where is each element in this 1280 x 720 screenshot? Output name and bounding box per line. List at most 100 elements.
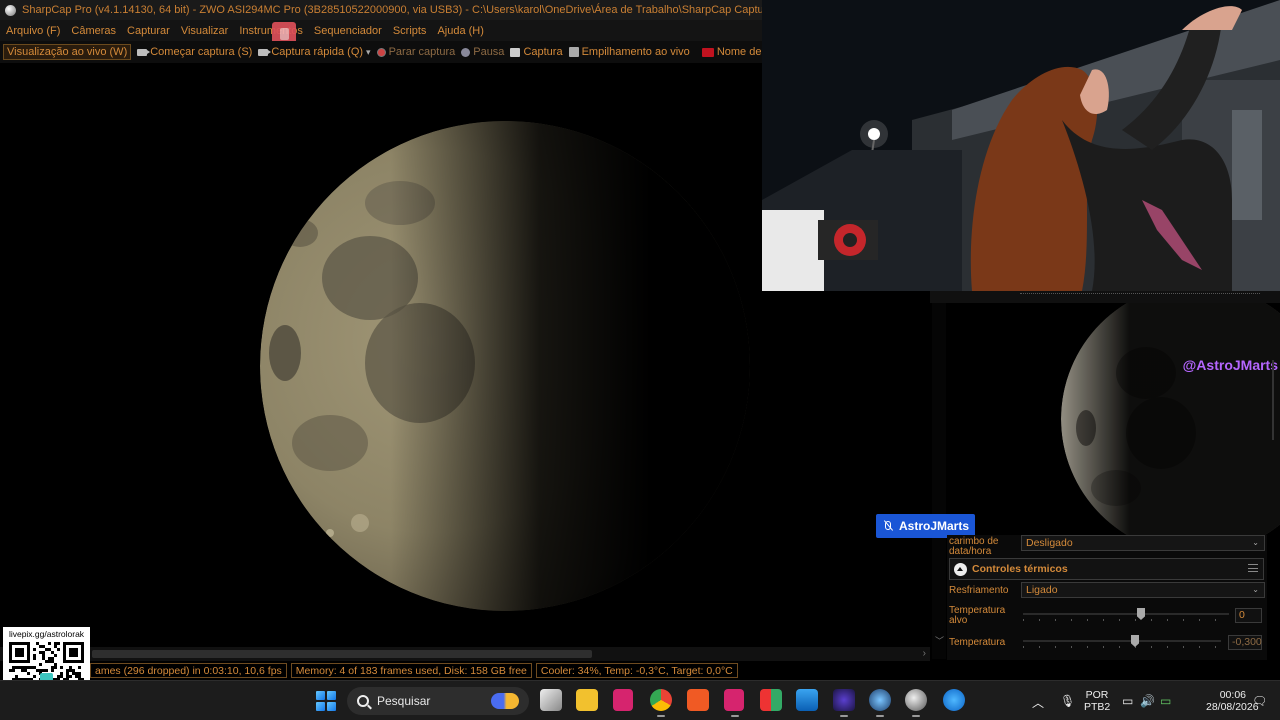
live-view-label: Visualização ao vivo (W) bbox=[7, 46, 128, 58]
pause-icon bbox=[461, 47, 471, 57]
menu-sequenciador[interactable]: Sequenciador bbox=[314, 25, 382, 37]
volume-icon[interactable]: 🔊 bbox=[1140, 694, 1155, 708]
temperature-slider bbox=[1023, 635, 1221, 649]
horizontal-scrollbar[interactable]: › bbox=[0, 647, 930, 661]
thermal-controls-section[interactable]: Controles térmicos bbox=[949, 558, 1264, 580]
app-pink-icon[interactable] bbox=[613, 689, 633, 711]
search-highlight-icon bbox=[491, 693, 519, 709]
search-icon bbox=[357, 695, 369, 707]
live-stack-button[interactable]: Empilhamento ao vivo bbox=[568, 46, 690, 58]
menu-cameras[interactable]: Câmeras bbox=[71, 25, 116, 37]
chevron-up-icon[interactable]: ︿ bbox=[1032, 694, 1044, 711]
brave-icon[interactable] bbox=[687, 689, 709, 711]
webcam-image bbox=[762, 0, 1280, 291]
window-title: SharpCap Pro (v4.1.14130, 64 bit) - ZWO … bbox=[22, 4, 762, 16]
chevron-down-icon: ⌄ bbox=[1252, 585, 1259, 594]
hamburger-menu-icon[interactable] bbox=[1248, 564, 1258, 572]
microphone-icon[interactable]: 🎙 bbox=[1060, 694, 1075, 708]
menu-capturar[interactable]: Capturar bbox=[127, 25, 170, 37]
stellarium-icon[interactable] bbox=[833, 689, 855, 717]
quick-capture-button[interactable]: Captura rápida (Q) ▾ bbox=[258, 46, 371, 58]
overlay-handle-text: @AstroJMarts bbox=[1182, 357, 1278, 373]
timestamp-label: carimbo de data/hora bbox=[949, 536, 999, 557]
input-language[interactable]: POR PTB2 bbox=[1084, 689, 1110, 713]
target-name-label: Nome de destino bbox=[716, 46, 762, 58]
scrollbar-thumb[interactable] bbox=[1272, 360, 1274, 440]
snapshot-icon bbox=[510, 47, 521, 57]
scrollbar-thumb[interactable] bbox=[92, 650, 592, 658]
pause-button[interactable]: Pausa bbox=[461, 46, 504, 58]
collapse-section-icon[interactable] bbox=[954, 562, 967, 576]
chevron-down-icon[interactable]: ﹀ bbox=[935, 634, 944, 647]
chevron-down-icon: ⌄ bbox=[1252, 538, 1259, 547]
thermal-section-title: Controles térmicos bbox=[972, 563, 1068, 575]
memory-status: Memory: 4 of 183 frames used, Disk: 158 … bbox=[290, 663, 532, 678]
notifications-icon[interactable]: 🗨 bbox=[1252, 694, 1267, 708]
chevron-down-icon[interactable]: ▾ bbox=[366, 47, 371, 58]
qr-caption: livepix.gg/astrolorak bbox=[8, 629, 85, 639]
slider-ticks bbox=[1023, 646, 1221, 648]
navigator-icon[interactable] bbox=[943, 689, 965, 711]
video-camera-icon bbox=[137, 48, 151, 56]
target-name-icon bbox=[701, 47, 714, 57]
battery-icon[interactable]: ▭ bbox=[1160, 694, 1171, 708]
scroll-right-arrow-icon[interactable]: › bbox=[923, 648, 926, 659]
sharpcap-taskbar-icon[interactable] bbox=[905, 689, 927, 717]
sharpcap-app-icon bbox=[5, 4, 16, 16]
stop-capture-label: Parar captura bbox=[388, 46, 456, 58]
planetarium-icon[interactable] bbox=[869, 689, 891, 717]
photos-icon[interactable] bbox=[796, 689, 818, 711]
menu-scripts[interactable]: Scripts bbox=[393, 25, 427, 37]
clock-date: 28/08/2026 bbox=[1206, 701, 1259, 713]
stop-capture-button[interactable]: Parar captura bbox=[376, 46, 456, 58]
app-grid-icon[interactable] bbox=[760, 689, 782, 711]
slider-ticks bbox=[1023, 619, 1229, 621]
snapshot-label: Captura bbox=[523, 46, 563, 58]
windows-taskbar: Pesquisar ︿ 🎙 POR PTB2 ▭ 🔊 ▭ 00:06 28/08… bbox=[0, 680, 1280, 720]
menu-visualizar[interactable]: Visualizar bbox=[181, 25, 229, 37]
language-code: POR bbox=[1085, 689, 1109, 701]
pause-label: Pausa bbox=[473, 46, 505, 58]
slider-ticks-strip bbox=[1020, 293, 1260, 299]
taskbar-search[interactable]: Pesquisar bbox=[347, 687, 529, 715]
camera-controls-panel: carimbo de data/hora Desligado ⌄ Control… bbox=[947, 535, 1267, 660]
target-name-button[interactable]: Nome de destino bbox=[701, 46, 762, 58]
cooling-label: Resfriamento bbox=[949, 585, 1009, 596]
start-capture-button[interactable]: Começar captura (S) bbox=[137, 46, 252, 58]
start-capture-label: Começar captura (S) bbox=[150, 46, 253, 58]
clock[interactable]: 00:06 28/08/2026 bbox=[1206, 689, 1259, 713]
cooling-select[interactable]: Ligado ⌄ bbox=[1021, 582, 1265, 598]
timestamp-value: Desligado bbox=[1026, 537, 1073, 549]
quick-capture-label: Captura rápida (Q) bbox=[271, 46, 364, 58]
temperature-readout: -0,300 bbox=[1228, 635, 1262, 650]
slider-track bbox=[1023, 613, 1229, 615]
video-camera-icon bbox=[258, 48, 272, 56]
temperature-label: Temperatura bbox=[949, 637, 1006, 648]
moon-preview-image bbox=[1061, 303, 1280, 535]
cooler-status: Cooler: 34%, Temp: -0,3°C, Target: 0,0°C bbox=[535, 663, 738, 678]
badge-name: AstroJMarts bbox=[899, 519, 970, 533]
target-temp-input[interactable]: 0 bbox=[1235, 608, 1262, 623]
webcam-overlay bbox=[762, 0, 1280, 291]
stack-icon bbox=[568, 47, 579, 57]
target-temp-slider[interactable] bbox=[1023, 608, 1229, 622]
menu-ajuda[interactable]: Ajuda (H) bbox=[437, 25, 483, 37]
network-icon[interactable]: ▭ bbox=[1122, 694, 1133, 708]
live-stack-label: Empilhamento ao vivo bbox=[581, 46, 690, 58]
menu-arquivo[interactable]: Arquivo (F) bbox=[6, 25, 60, 37]
panel-scrollbar[interactable]: ﹀ bbox=[932, 303, 946, 659]
side-scrollbar[interactable] bbox=[1266, 340, 1280, 660]
slider-track bbox=[1023, 640, 1221, 642]
overlay-moon-preview: @AstroJMarts bbox=[946, 303, 1280, 535]
chrome-icon[interactable] bbox=[650, 689, 672, 717]
snapshot-button[interactable]: Captura bbox=[510, 46, 563, 58]
mic-muted-icon bbox=[882, 520, 892, 533]
task-view-icon[interactable] bbox=[540, 689, 562, 711]
app-pink-2-icon[interactable] bbox=[724, 689, 744, 717]
status-bar: ames (296 dropped) in 0:03:10, 10,6 fps … bbox=[90, 661, 932, 680]
timestamp-select[interactable]: Desligado ⌄ bbox=[1021, 535, 1265, 551]
windows-start-icon[interactable] bbox=[316, 691, 336, 711]
search-placeholder: Pesquisar bbox=[377, 694, 431, 708]
file-explorer-icon[interactable] bbox=[576, 689, 598, 711]
live-view-button[interactable]: Visualização ao vivo (W) bbox=[3, 44, 132, 60]
